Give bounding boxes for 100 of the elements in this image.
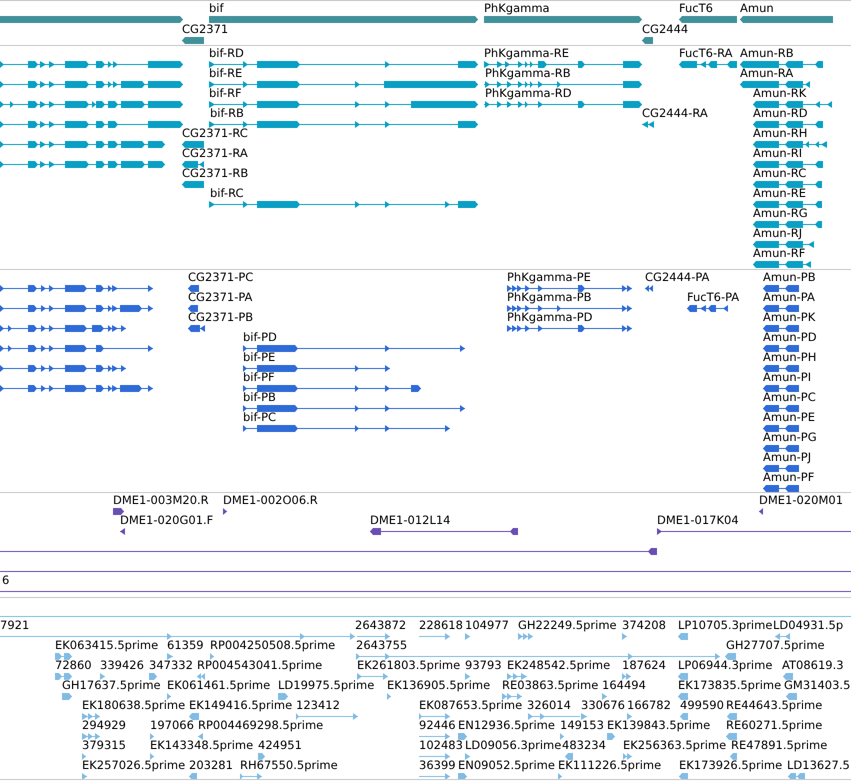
feature-label: CG2371-RA bbox=[182, 147, 248, 159]
feature-label: 92446 bbox=[419, 719, 456, 731]
feature-label: RE03863.5prime bbox=[502, 679, 598, 691]
feature-label: EK261803.5prime bbox=[357, 659, 460, 671]
feature-label: 483234 bbox=[562, 739, 606, 751]
feature-label: 61359 bbox=[167, 639, 204, 651]
feature-label: 499590 bbox=[680, 699, 724, 711]
feature-label: bif-RC bbox=[210, 187, 244, 199]
feature-label: Amun-PF bbox=[763, 471, 814, 483]
feature-label: CG2371-PA bbox=[188, 291, 252, 303]
feature-label: Amun-PG bbox=[763, 431, 817, 443]
feature-label: CG2371-RB bbox=[182, 167, 248, 179]
feature-label: EK087653.5prime bbox=[419, 699, 522, 711]
feature-label: RE60271.5prime bbox=[726, 719, 822, 731]
feature-label: CG2371-PB bbox=[188, 311, 254, 323]
feature-label: FucT6 bbox=[679, 2, 713, 14]
feature-label: EK180638.5prime bbox=[82, 699, 186, 711]
feature-label: 102483 bbox=[419, 739, 463, 751]
feature-label: bif-PB bbox=[243, 391, 276, 403]
feature-label: Amun-RG bbox=[753, 207, 808, 219]
feature-label: 187624 bbox=[622, 659, 666, 671]
feature-label: EK257026.5prime bbox=[82, 759, 186, 771]
feature-label: EK136905.5prime bbox=[387, 679, 490, 691]
feature-label: bif bbox=[209, 2, 224, 14]
feature-label: 93793 bbox=[465, 659, 502, 671]
feature-label: EN12936.5prime bbox=[458, 719, 555, 731]
feature-label: EK139843.5prime bbox=[607, 719, 710, 731]
feature-label: Amun-RK bbox=[753, 87, 806, 99]
feature-label: DME1-003M20.R bbox=[113, 494, 209, 506]
feature-label: EK256363.5prime bbox=[623, 739, 726, 751]
feature-label: Amun-PJ bbox=[763, 451, 812, 463]
feature-label: GH17637.5prime bbox=[62, 679, 161, 691]
feature-label: PhKgamma-RD bbox=[485, 87, 572, 99]
feature-label: EK061461.5prime bbox=[167, 679, 270, 691]
feature-label: Amun-RH bbox=[753, 127, 808, 139]
feature-label: 294929 bbox=[82, 719, 126, 731]
feature-label: RP004543041.5prime bbox=[197, 659, 322, 671]
feature-label: Amun-PE bbox=[763, 411, 815, 423]
feature-label: 347332 bbox=[149, 659, 193, 671]
feature-label: bif-RF bbox=[209, 87, 242, 99]
feature-label: 197066 bbox=[150, 719, 194, 731]
feature-label: 203281 bbox=[189, 759, 233, 771]
feature-label: Amun-RF bbox=[753, 247, 806, 259]
feature-label: EK248542.5prime bbox=[507, 659, 610, 671]
feature-label: GH27707.5prime bbox=[726, 639, 825, 651]
feature-label: CG2444-PA bbox=[645, 271, 710, 283]
feature-label: RP004469298.5prime bbox=[198, 719, 324, 731]
feature-label: Amun-RB bbox=[740, 47, 794, 59]
feature-label: 36399 bbox=[419, 759, 456, 771]
feature-label: 330676 bbox=[581, 699, 625, 711]
feature-label: bif-PD bbox=[243, 331, 277, 343]
feature-label: 164494 bbox=[602, 679, 646, 691]
feature-label: RP004250508.5prime bbox=[210, 639, 336, 651]
feature-label: EK149416.5prime bbox=[189, 699, 292, 711]
feature-label: 72860 bbox=[55, 659, 92, 671]
feature-label: Amun-RD bbox=[753, 107, 808, 119]
feature-label: 7921 bbox=[0, 619, 30, 631]
feature-label: RE47891.5prime bbox=[731, 739, 828, 751]
feature-label: Amun-PH bbox=[763, 351, 816, 363]
feature-label: bif-RD bbox=[209, 47, 244, 59]
feature-label: FucT6-RA bbox=[679, 47, 732, 59]
feature-label: LD19975.5prime bbox=[278, 679, 374, 691]
feature-label: 166782 bbox=[627, 699, 671, 711]
feature-label: DME1-020M01 bbox=[759, 494, 844, 506]
feature-label: RE44643.5prime bbox=[726, 699, 822, 711]
feature-label: LP06944.3prime bbox=[678, 659, 772, 671]
feature-label: PhKgamma bbox=[484, 2, 550, 14]
feature-label: Amun bbox=[740, 2, 774, 14]
feature-label: Amun-PC bbox=[763, 391, 816, 403]
feature-label: bif-RB bbox=[210, 107, 244, 119]
feature-label: 374208 bbox=[622, 619, 666, 631]
feature-label: bif-PF bbox=[243, 371, 275, 383]
feature-label: Amun-RE bbox=[753, 187, 806, 199]
feature-label: EK173926.5prime bbox=[679, 759, 782, 771]
feature-label: Amun-PB bbox=[763, 271, 816, 283]
feature-label: PhKgamma-PE bbox=[507, 271, 591, 283]
feature-label: CG2371-RC bbox=[182, 127, 248, 139]
feature-label: bif-PC bbox=[243, 411, 276, 423]
feature-label: EK143348.5prime bbox=[150, 739, 254, 751]
feature-label: CG2444-RA bbox=[642, 107, 708, 119]
feature-label: Amun-PD bbox=[763, 331, 817, 343]
feature-label: PhKgamma-RE bbox=[484, 47, 569, 59]
feature-label: CG2371-PC bbox=[188, 271, 254, 283]
feature-label: Amun-RJ bbox=[753, 227, 802, 239]
feature-label: LP10705.3prime bbox=[678, 619, 772, 631]
feature-label: Amun-RA bbox=[740, 67, 794, 79]
feature-label: LD09056.3prime bbox=[465, 739, 562, 751]
feature-label: 104977 bbox=[465, 619, 509, 631]
feature-label: GH22249.5prime bbox=[518, 619, 617, 631]
feature-label: 6 bbox=[2, 574, 10, 586]
feature-label: Amun-RI bbox=[753, 147, 802, 159]
feature-label: 326014 bbox=[527, 699, 571, 711]
feature-label: EK111226.5prime bbox=[558, 759, 662, 771]
feature-label: DME1-020G01.F bbox=[120, 514, 214, 526]
feature-label: DME1-012L14 bbox=[370, 514, 450, 526]
feature-label: DME1-002O06.R bbox=[223, 494, 318, 506]
feature-label: GM31403.5 bbox=[784, 679, 850, 691]
feature-label: 424951 bbox=[258, 739, 302, 751]
feature-label: EK063415.5prime bbox=[55, 639, 158, 651]
feature-label: CG2444 bbox=[642, 23, 688, 35]
